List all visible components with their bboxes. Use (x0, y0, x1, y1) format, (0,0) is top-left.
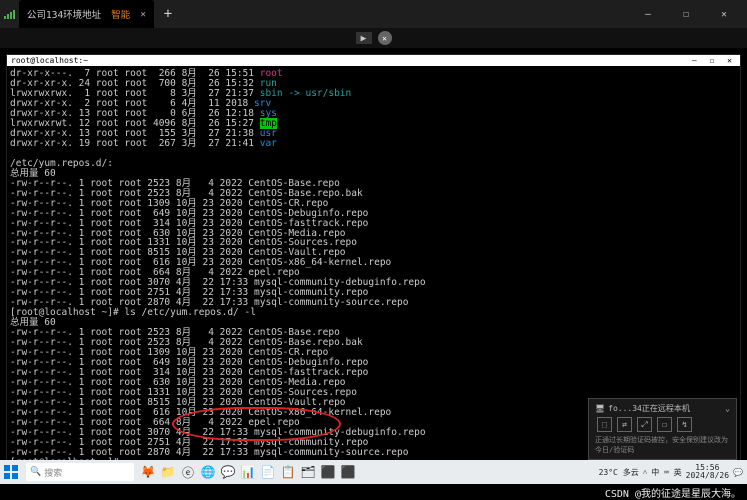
remote-toast: 🖥 fo...34正在远程本机 ⌄ ⬚ ⇄ ⤢ ☐ ↯ 正通过长期验证码被控，安… (588, 398, 737, 460)
new-tab-button[interactable]: + (156, 2, 180, 26)
task-icon-6[interactable]: 📊 (238, 462, 258, 482)
task-icon-9[interactable]: 🗂 (298, 462, 318, 482)
toast-title: fo...34正在远程本机 (608, 403, 690, 414)
terminal-title-bar: root@localhost:~ — ☐ ✕ (7, 55, 740, 66)
task-icon-4[interactable]: 🌐 (198, 462, 218, 482)
task-icon-10[interactable]: ⬛ (318, 462, 338, 482)
start-button[interactable] (0, 461, 22, 483)
tray-chevron-up-icon[interactable]: ˄ (643, 468, 648, 477)
task-icon-11[interactable]: ⬛ (338, 462, 358, 482)
signal-icon (4, 10, 15, 19)
task-icon-2[interactable]: 📁 (158, 462, 178, 482)
task-icon-3[interactable]: ⓔ (178, 462, 198, 482)
perm-icon-4[interactable]: ☐ (657, 417, 672, 432)
search-icon: 🔍 (30, 467, 41, 477)
stop-icon[interactable]: ✕ (378, 31, 392, 45)
monitor-icon: 🖥 (595, 404, 605, 413)
tab-active[interactable]: 公司134环境地址 智能 ✕ (19, 0, 154, 28)
tray-notification-icon[interactable]: 💬 (733, 468, 743, 477)
window-close-button[interactable]: ✕ (705, 0, 743, 28)
task-icon-1[interactable]: 🦊 (138, 462, 158, 482)
toast-message: 正通过长期验证码被控，安全保别建议改为今日/验证码 (595, 435, 730, 455)
perm-icon-5[interactable]: ↯ (677, 417, 692, 432)
task-icon-7[interactable]: 📄 (258, 462, 278, 482)
system-tray: 23°C 多云 ˄ 中 ⌨ 英 15:56 2024/8/26 💬 (599, 464, 747, 480)
terminal-title: root@localhost:~ (11, 56, 88, 65)
tab-smart-label: 智能 (111, 7, 130, 21)
search-placeholder: 搜索 (44, 466, 62, 479)
terminal-window-controls[interactable]: — ☐ ✕ (692, 56, 736, 65)
tray-ime[interactable]: 中 ⌨ 英 (651, 467, 681, 478)
taskbar-search[interactable]: 🔍 搜索 (26, 463, 134, 481)
page-toolbar: ▶ ✕ (0, 28, 747, 48)
tray-date[interactable]: 2024/8/26 (686, 471, 729, 480)
perm-icon-3[interactable]: ⤢ (637, 417, 652, 432)
tab-close-icon[interactable]: ✕ (140, 9, 146, 20)
tab-title: 公司134环境地址 (27, 7, 101, 21)
watermark: CSDN @我的征途是星辰大海。 (605, 484, 741, 500)
browser-tab-bar: 公司134环境地址 智能 ✕ + — ☐ ✕ (0, 0, 747, 28)
task-icon-5[interactable]: 💬 (218, 462, 238, 482)
flag-icon[interactable]: ▶ (356, 32, 372, 44)
perm-icon-1[interactable]: ⬚ (597, 417, 612, 432)
perm-icon-2[interactable]: ⇄ (617, 417, 632, 432)
toast-expand-icon[interactable]: ⌄ (725, 404, 730, 413)
window-maximize-button[interactable]: ☐ (667, 0, 705, 28)
taskbar: 🔍 搜索 🦊 📁 ⓔ 🌐 💬 📊 📄 📋 🗂 ⬛ ⬛ 23°C 多云 ˄ 中 ⌨… (0, 460, 747, 484)
window-minimize-button[interactable]: — (629, 0, 667, 28)
tray-weather[interactable]: 23°C 多云 (599, 467, 639, 478)
task-icon-8[interactable]: 📋 (278, 462, 298, 482)
